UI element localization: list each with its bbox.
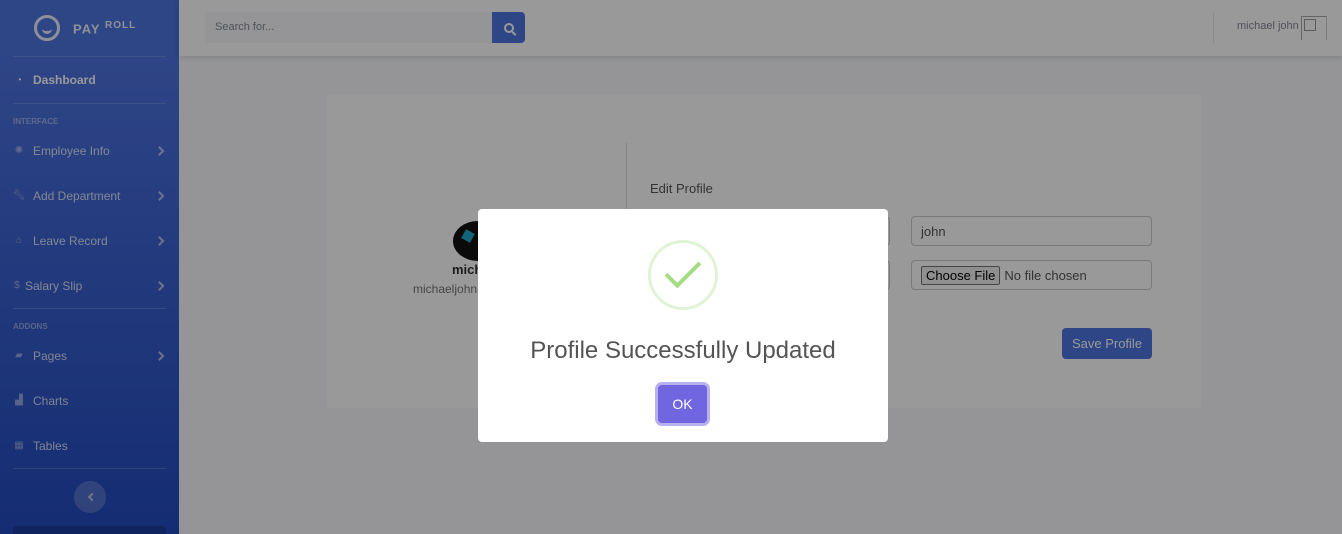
dialog-title: Profile Successfully Updated: [530, 337, 836, 364]
ok-button[interactable]: OK: [658, 385, 707, 423]
checkmark-icon: [664, 251, 702, 289]
success-check-icon: [648, 240, 718, 310]
success-dialog: Profile Successfully Updated OK: [478, 209, 888, 442]
